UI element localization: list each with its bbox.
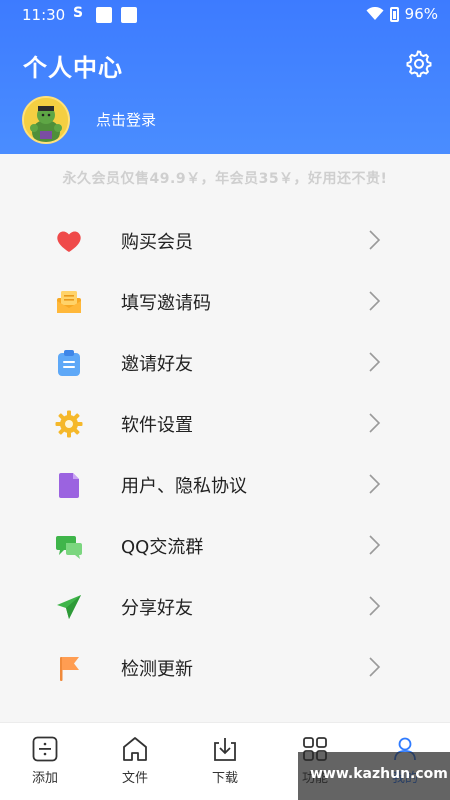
clipboard-icon xyxy=(58,350,80,376)
chevron-right-icon xyxy=(369,657,381,677)
document-icon xyxy=(59,473,79,498)
menu-item-label: 填写邀请码 xyxy=(121,293,211,314)
menu-item-privacy-agreement[interactable]: 用户、隐私协议 xyxy=(0,454,450,515)
avatar[interactable] xyxy=(22,96,70,144)
wifi-icon xyxy=(366,7,384,20)
menu-item-label: QQ交流群 xyxy=(121,537,204,558)
chevron-right-icon xyxy=(369,291,381,311)
home-icon xyxy=(123,737,147,761)
tab-label: 文件 xyxy=(121,771,148,786)
menu-item-share-friends[interactable]: 分享好友 xyxy=(0,576,450,637)
tab-files[interactable]: 文件 xyxy=(90,723,180,800)
profile-header: 11:30 S 96% 个人中心 点击登录 xyxy=(0,0,450,154)
menu-list: 购买会员 填写邀请码 邀请好友 软件设置 用户、隐私协议 QQ交流群 分享好友 … xyxy=(0,210,450,698)
page-title: 个人中心 xyxy=(23,54,123,82)
menu-item-check-update[interactable]: 检测更新 xyxy=(0,637,450,698)
battery-icon xyxy=(389,6,399,22)
status-indicators: 96% xyxy=(366,5,438,23)
chevron-right-icon xyxy=(369,596,381,616)
settings-icon[interactable] xyxy=(404,50,432,78)
menu-item-label: 邀请好友 xyxy=(121,354,193,375)
chevron-right-icon xyxy=(369,535,381,555)
menu-item-label: 软件设置 xyxy=(121,415,193,436)
chat-icon xyxy=(56,536,82,559)
mail-icon xyxy=(57,291,81,313)
chevron-right-icon xyxy=(369,352,381,372)
menu-item-invite-code[interactable]: 填写邀请码 xyxy=(0,271,450,332)
send-icon xyxy=(57,595,81,619)
menu-item-invite-friends[interactable]: 邀请好友 xyxy=(0,332,450,393)
hulk-avatar-icon xyxy=(24,98,68,142)
gear-icon xyxy=(55,410,83,438)
menu-item-qq-group[interactable]: QQ交流群 xyxy=(0,515,450,576)
menu-item-label: 购买会员 xyxy=(121,232,193,253)
divide-icon xyxy=(32,736,58,762)
notification-icon xyxy=(96,7,112,23)
chevron-right-icon xyxy=(369,230,381,250)
notification-icon xyxy=(121,7,137,23)
status-s-icon: S xyxy=(72,5,84,21)
chevron-right-icon xyxy=(369,413,381,433)
tab-label: 下载 xyxy=(211,771,238,786)
promo-banner: 永久会员仅售49.9￥，年会员35￥，好用还不贵! xyxy=(62,171,388,187)
menu-item-label: 分享好友 xyxy=(121,598,193,619)
status-time: 11:30 xyxy=(22,6,66,24)
menu-item-label: 用户、隐私协议 xyxy=(121,476,247,497)
flag-icon xyxy=(60,657,79,681)
menu-item-app-settings[interactable]: 软件设置 xyxy=(0,393,450,454)
chevron-right-icon xyxy=(369,474,381,494)
tab-label: 添加 xyxy=(31,771,58,786)
menu-item-buy-vip[interactable]: 购买会员 xyxy=(0,210,450,271)
tab-download[interactable]: 下载 xyxy=(180,723,270,800)
tab-add[interactable]: 添加 xyxy=(0,723,90,800)
heart-icon xyxy=(57,231,81,252)
menu-item-label: 检测更新 xyxy=(121,659,193,680)
battery-level: 96% xyxy=(404,5,438,23)
download-icon xyxy=(214,738,236,761)
watermark: www.kazhun.com xyxy=(298,752,450,800)
login-link[interactable]: 点击登录 xyxy=(96,109,156,130)
status-bar: 11:30 S 96% xyxy=(0,0,450,30)
